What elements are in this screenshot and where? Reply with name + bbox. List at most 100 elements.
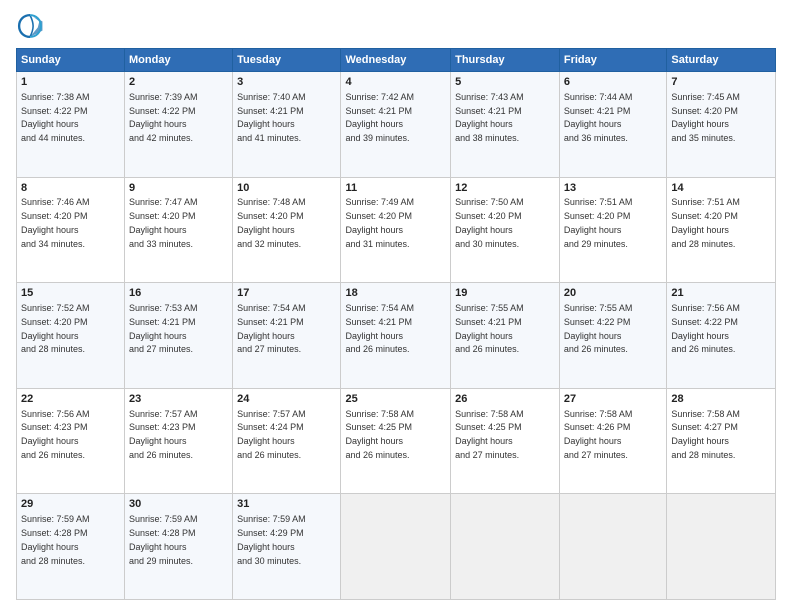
calendar-cell: [667, 494, 776, 600]
calendar-week-row: 29 Sunrise: 7:59 AMSunset: 4:28 PMDaylig…: [17, 494, 776, 600]
day-info: Sunrise: 7:58 AMSunset: 4:25 PMDaylight …: [455, 409, 524, 460]
calendar-header-wednesday: Wednesday: [341, 49, 451, 72]
day-number: 9: [129, 181, 228, 196]
calendar-cell: 3 Sunrise: 7:40 AMSunset: 4:21 PMDayligh…: [233, 72, 341, 178]
day-info: Sunrise: 7:44 AMSunset: 4:21 PMDaylight …: [564, 92, 633, 143]
day-number: 16: [129, 286, 228, 301]
calendar-cell: 13 Sunrise: 7:51 AMSunset: 4:20 PMDaylig…: [559, 177, 667, 283]
calendar-header-friday: Friday: [559, 49, 667, 72]
day-info: Sunrise: 7:42 AMSunset: 4:21 PMDaylight …: [345, 92, 414, 143]
calendar-cell: 18 Sunrise: 7:54 AMSunset: 4:21 PMDaylig…: [341, 283, 451, 389]
day-number: 21: [671, 286, 771, 301]
calendar-cell: 9 Sunrise: 7:47 AMSunset: 4:20 PMDayligh…: [125, 177, 233, 283]
calendar-week-row: 8 Sunrise: 7:46 AMSunset: 4:20 PMDayligh…: [17, 177, 776, 283]
day-info: Sunrise: 7:48 AMSunset: 4:20 PMDaylight …: [237, 197, 306, 248]
day-number: 14: [671, 181, 771, 196]
calendar-cell: 15 Sunrise: 7:52 AMSunset: 4:20 PMDaylig…: [17, 283, 125, 389]
day-number: 12: [455, 181, 555, 196]
day-info: Sunrise: 7:51 AMSunset: 4:20 PMDaylight …: [564, 197, 633, 248]
calendar-cell: 26 Sunrise: 7:58 AMSunset: 4:25 PMDaylig…: [451, 388, 560, 494]
day-info: Sunrise: 7:55 AMSunset: 4:21 PMDaylight …: [455, 303, 524, 354]
day-info: Sunrise: 7:58 AMSunset: 4:25 PMDaylight …: [345, 409, 414, 460]
day-number: 22: [21, 392, 120, 407]
day-info: Sunrise: 7:57 AMSunset: 4:24 PMDaylight …: [237, 409, 306, 460]
day-number: 2: [129, 75, 228, 90]
day-number: 4: [345, 75, 446, 90]
calendar-cell: 21 Sunrise: 7:56 AMSunset: 4:22 PMDaylig…: [667, 283, 776, 389]
header: [16, 12, 776, 40]
day-info: Sunrise: 7:50 AMSunset: 4:20 PMDaylight …: [455, 197, 524, 248]
day-info: Sunrise: 7:45 AMSunset: 4:20 PMDaylight …: [671, 92, 740, 143]
calendar-cell: 2 Sunrise: 7:39 AMSunset: 4:22 PMDayligh…: [125, 72, 233, 178]
calendar-header-tuesday: Tuesday: [233, 49, 341, 72]
day-number: 29: [21, 497, 120, 512]
day-number: 23: [129, 392, 228, 407]
calendar-week-row: 15 Sunrise: 7:52 AMSunset: 4:20 PMDaylig…: [17, 283, 776, 389]
calendar-cell: 31 Sunrise: 7:59 AMSunset: 4:29 PMDaylig…: [233, 494, 341, 600]
day-number: 20: [564, 286, 663, 301]
calendar-cell: 30 Sunrise: 7:59 AMSunset: 4:28 PMDaylig…: [125, 494, 233, 600]
calendar-cell: 7 Sunrise: 7:45 AMSunset: 4:20 PMDayligh…: [667, 72, 776, 178]
day-info: Sunrise: 7:58 AMSunset: 4:26 PMDaylight …: [564, 409, 633, 460]
calendar-cell: 22 Sunrise: 7:56 AMSunset: 4:23 PMDaylig…: [17, 388, 125, 494]
day-number: 15: [21, 286, 120, 301]
day-number: 19: [455, 286, 555, 301]
day-number: 1: [21, 75, 120, 90]
calendar-cell: 10 Sunrise: 7:48 AMSunset: 4:20 PMDaylig…: [233, 177, 341, 283]
calendar-table: SundayMondayTuesdayWednesdayThursdayFrid…: [16, 48, 776, 600]
day-info: Sunrise: 7:47 AMSunset: 4:20 PMDaylight …: [129, 197, 198, 248]
calendar-cell: 16 Sunrise: 7:53 AMSunset: 4:21 PMDaylig…: [125, 283, 233, 389]
day-number: 8: [21, 181, 120, 196]
calendar-cell: 11 Sunrise: 7:49 AMSunset: 4:20 PMDaylig…: [341, 177, 451, 283]
day-number: 5: [455, 75, 555, 90]
calendar-header-sunday: Sunday: [17, 49, 125, 72]
day-info: Sunrise: 7:43 AMSunset: 4:21 PMDaylight …: [455, 92, 524, 143]
day-info: Sunrise: 7:56 AMSunset: 4:23 PMDaylight …: [21, 409, 90, 460]
calendar-cell: 19 Sunrise: 7:55 AMSunset: 4:21 PMDaylig…: [451, 283, 560, 389]
calendar-cell: 14 Sunrise: 7:51 AMSunset: 4:20 PMDaylig…: [667, 177, 776, 283]
calendar-cell: [341, 494, 451, 600]
calendar-cell: 12 Sunrise: 7:50 AMSunset: 4:20 PMDaylig…: [451, 177, 560, 283]
logo-icon: [16, 12, 44, 40]
day-info: Sunrise: 7:38 AMSunset: 4:22 PMDaylight …: [21, 92, 90, 143]
day-number: 30: [129, 497, 228, 512]
day-info: Sunrise: 7:54 AMSunset: 4:21 PMDaylight …: [345, 303, 414, 354]
day-info: Sunrise: 7:59 AMSunset: 4:28 PMDaylight …: [129, 514, 198, 565]
calendar-cell: 23 Sunrise: 7:57 AMSunset: 4:23 PMDaylig…: [125, 388, 233, 494]
day-info: Sunrise: 7:53 AMSunset: 4:21 PMDaylight …: [129, 303, 198, 354]
day-info: Sunrise: 7:59 AMSunset: 4:28 PMDaylight …: [21, 514, 90, 565]
day-info: Sunrise: 7:58 AMSunset: 4:27 PMDaylight …: [671, 409, 740, 460]
calendar-cell: [559, 494, 667, 600]
day-number: 3: [237, 75, 336, 90]
day-info: Sunrise: 7:57 AMSunset: 4:23 PMDaylight …: [129, 409, 198, 460]
calendar-cell: 29 Sunrise: 7:59 AMSunset: 4:28 PMDaylig…: [17, 494, 125, 600]
calendar-cell: 20 Sunrise: 7:55 AMSunset: 4:22 PMDaylig…: [559, 283, 667, 389]
day-info: Sunrise: 7:39 AMSunset: 4:22 PMDaylight …: [129, 92, 198, 143]
day-info: Sunrise: 7:56 AMSunset: 4:22 PMDaylight …: [671, 303, 740, 354]
calendar-header-row: SundayMondayTuesdayWednesdayThursdayFrid…: [17, 49, 776, 72]
calendar-week-row: 1 Sunrise: 7:38 AMSunset: 4:22 PMDayligh…: [17, 72, 776, 178]
logo: [16, 12, 48, 40]
day-number: 26: [455, 392, 555, 407]
day-number: 11: [345, 181, 446, 196]
calendar-cell: 1 Sunrise: 7:38 AMSunset: 4:22 PMDayligh…: [17, 72, 125, 178]
day-number: 27: [564, 392, 663, 407]
day-info: Sunrise: 7:40 AMSunset: 4:21 PMDaylight …: [237, 92, 306, 143]
calendar-week-row: 22 Sunrise: 7:56 AMSunset: 4:23 PMDaylig…: [17, 388, 776, 494]
calendar-header-saturday: Saturday: [667, 49, 776, 72]
day-info: Sunrise: 7:54 AMSunset: 4:21 PMDaylight …: [237, 303, 306, 354]
calendar-cell: 28 Sunrise: 7:58 AMSunset: 4:27 PMDaylig…: [667, 388, 776, 494]
calendar-cell: 4 Sunrise: 7:42 AMSunset: 4:21 PMDayligh…: [341, 72, 451, 178]
calendar-cell: 17 Sunrise: 7:54 AMSunset: 4:21 PMDaylig…: [233, 283, 341, 389]
day-info: Sunrise: 7:49 AMSunset: 4:20 PMDaylight …: [345, 197, 414, 248]
calendar-cell: 27 Sunrise: 7:58 AMSunset: 4:26 PMDaylig…: [559, 388, 667, 494]
calendar-header-monday: Monday: [125, 49, 233, 72]
calendar-cell: 5 Sunrise: 7:43 AMSunset: 4:21 PMDayligh…: [451, 72, 560, 178]
day-info: Sunrise: 7:52 AMSunset: 4:20 PMDaylight …: [21, 303, 90, 354]
calendar-cell: [451, 494, 560, 600]
calendar-cell: 24 Sunrise: 7:57 AMSunset: 4:24 PMDaylig…: [233, 388, 341, 494]
calendar-cell: 8 Sunrise: 7:46 AMSunset: 4:20 PMDayligh…: [17, 177, 125, 283]
day-number: 24: [237, 392, 336, 407]
day-number: 6: [564, 75, 663, 90]
day-number: 10: [237, 181, 336, 196]
